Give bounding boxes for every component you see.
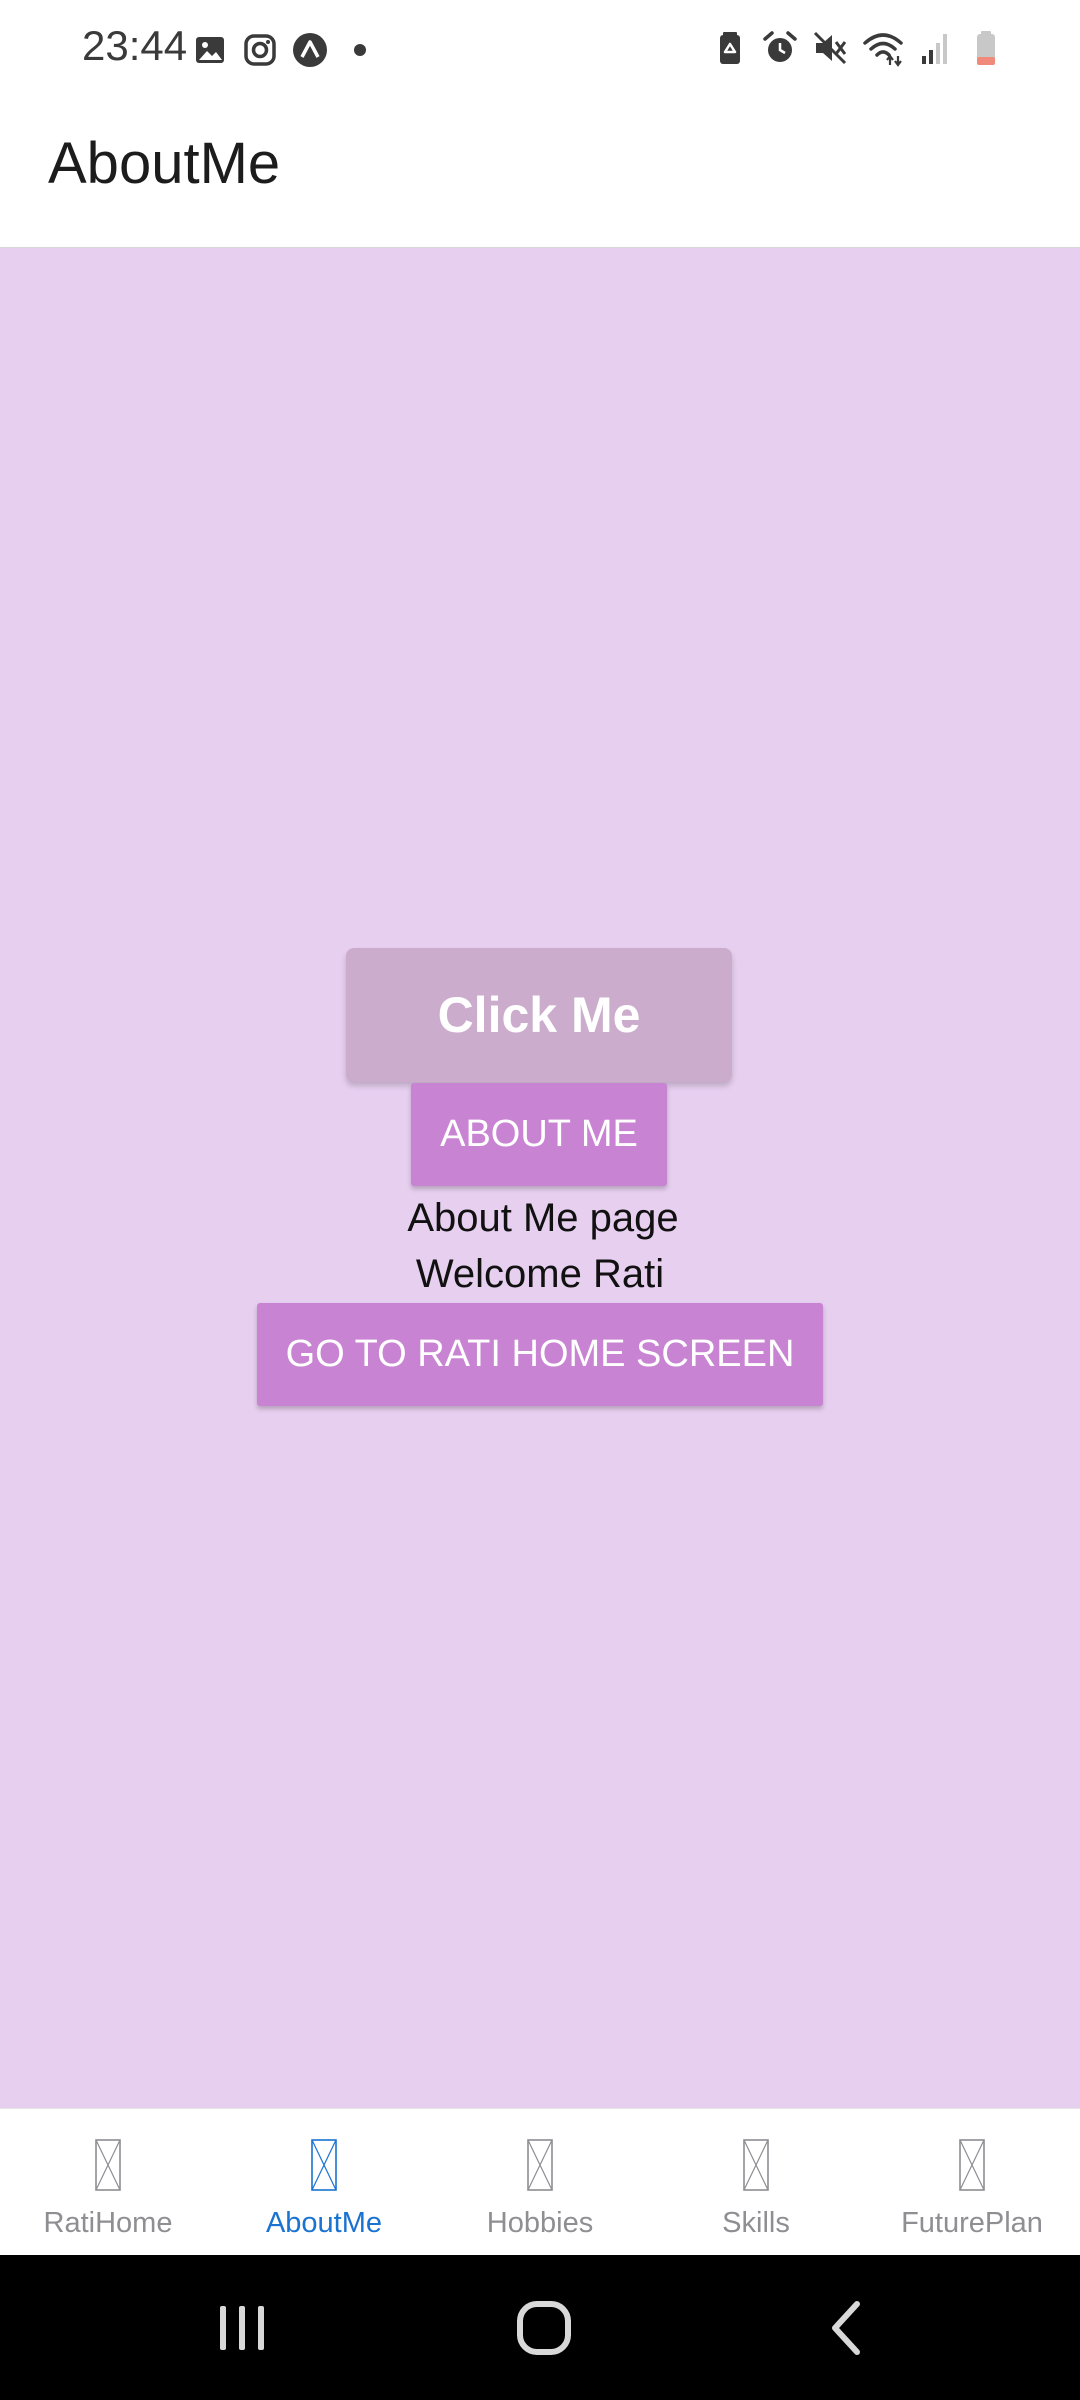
tab-label: RatiHome <box>43 2207 173 2239</box>
missing-glyph-icon <box>95 2139 121 2191</box>
mute-icon <box>813 31 847 65</box>
tab-hobbies[interactable]: Hobbies <box>432 2109 648 2256</box>
wifi-icon <box>863 33 903 67</box>
bottom-tab-bar: RatiHome AboutMe Hobbies Skills FuturePl… <box>0 2108 1080 2256</box>
about-me-page-text: About Me page <box>407 1196 679 1240</box>
tab-aboutme[interactable]: AboutMe <box>216 2109 432 2256</box>
main-content: Click Me ABOUT ME About Me page Welcome … <box>0 248 1080 2108</box>
status-left-icons <box>192 30 378 70</box>
about-me-button[interactable]: ABOUT ME <box>411 1083 667 1186</box>
home-icon <box>517 2300 571 2355</box>
gallery-icon <box>196 37 224 63</box>
system-navigation-bar <box>0 2255 1080 2400</box>
instagram-icon <box>244 34 276 66</box>
missing-glyph-icon <box>527 2139 553 2191</box>
app-header: AboutMe <box>0 100 1080 248</box>
battery-icon <box>977 31 995 65</box>
recents-icon <box>220 2305 264 2350</box>
welcome-text: Welcome Rati <box>415 1252 665 1296</box>
signal-icon <box>922 34 947 64</box>
click-me-button[interactable]: Click Me <box>346 948 732 1082</box>
tab-ratihome[interactable]: RatiHome <box>0 2109 216 2256</box>
alarm-icon <box>763 31 797 62</box>
missing-glyph-icon <box>743 2139 769 2191</box>
tab-label: Skills <box>722 2207 790 2239</box>
status-bar: 23:44 <box>0 0 1080 100</box>
tab-label: Hobbies <box>486 2207 594 2239</box>
battery-saver-icon <box>720 32 740 64</box>
back-button[interactable] <box>776 2255 916 2400</box>
tab-label: AboutMe <box>265 2207 383 2239</box>
tab-label: FuturePlan <box>901 2207 1043 2239</box>
tab-skills[interactable]: Skills <box>648 2109 864 2256</box>
home-button[interactable] <box>474 2255 614 2400</box>
back-icon <box>832 2300 860 2355</box>
status-right-icons <box>712 28 1004 68</box>
app-screen: 23:44 AboutMe Click Me ABOUT ME About Me… <box>0 0 1080 2400</box>
status-time: 23:44 <box>82 22 188 69</box>
expo-icon <box>293 33 327 67</box>
tab-futureplan[interactable]: FuturePlan <box>864 2109 1080 2256</box>
go-to-home-screen-button[interactable]: GO TO RATI HOME SCREEN <box>257 1303 823 1406</box>
missing-glyph-icon <box>311 2139 337 2191</box>
missing-glyph-icon <box>959 2139 985 2191</box>
page-title: AboutMe <box>48 131 281 196</box>
recents-button[interactable] <box>172 2255 312 2400</box>
notification-dot-icon <box>354 44 366 56</box>
